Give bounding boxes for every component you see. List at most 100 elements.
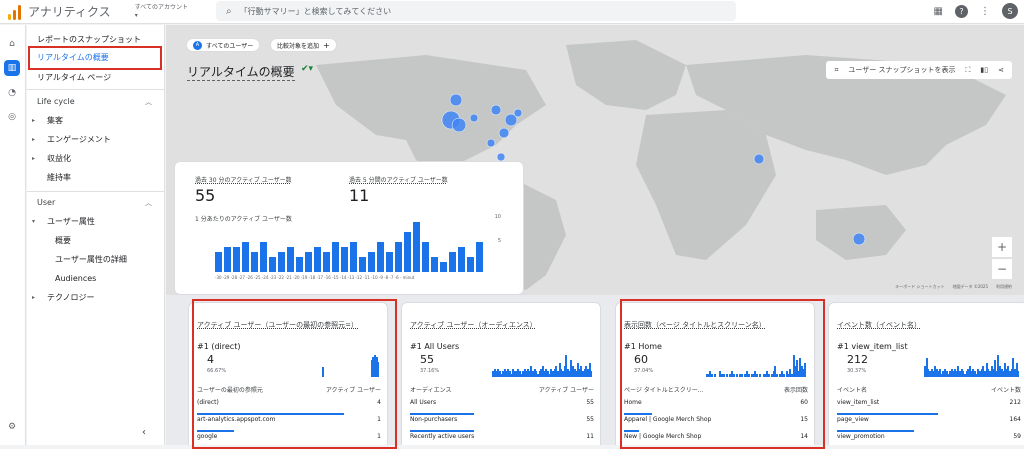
caret-right-icon[interactable]: ▸ — [32, 136, 35, 143]
more-vert-icon[interactable]: ⋮ — [980, 6, 990, 17]
card-col2-header[interactable]: アクティブ ユーザー — [539, 385, 594, 394]
nav-item-acquisition[interactable]: 集客 — [47, 115, 63, 127]
zoom-in-button[interactable]: + — [992, 237, 1012, 257]
add-comparison-chip[interactable]: 比較対象を追加 + — [270, 38, 337, 52]
per-minute-bar[interactable] — [431, 257, 438, 272]
per-minute-bar[interactable] — [251, 252, 258, 272]
per-minute-bar[interactable] — [314, 247, 321, 272]
account-selector[interactable]: すべてのアカウント ▾ — [135, 4, 188, 20]
settings-gear-icon[interactable]: ⚙ — [4, 419, 20, 435]
kpi-5min-label[interactable]: 過去 5 分間のアクティブ ユーザー数 — [349, 175, 448, 184]
caret-down-icon[interactable]: ▾ — [32, 218, 35, 225]
caret-right-icon[interactable]: ▸ — [32, 294, 35, 301]
nav-divider — [27, 89, 165, 90]
per-minute-bar[interactable] — [296, 257, 303, 272]
avatar[interactable]: S — [1002, 3, 1018, 19]
nav-item-realtime-pages[interactable]: リアルタイム ページ — [37, 72, 111, 84]
help-icon[interactable]: ? — [955, 4, 968, 18]
caret-right-icon[interactable]: ▸ — [32, 117, 35, 124]
per-minute-bar[interactable] — [413, 222, 420, 272]
per-minute-bar[interactable] — [377, 242, 384, 272]
user-segment-icon: A — [193, 40, 202, 50]
per-minute-bar[interactable] — [359, 257, 366, 272]
kpi-30min-label[interactable]: 過去 30 分のアクティブ ユーザー数 — [195, 175, 292, 184]
table-row[interactable]: Non-purchasers 55 — [410, 416, 594, 432]
per-minute-bar[interactable] — [458, 247, 465, 272]
nav-item-demographics-detail[interactable]: ユーザー属性の詳細 — [55, 254, 127, 266]
report-nav: レポートのスナップショット リアルタイムの概要 リアルタイム ページ Life … — [27, 25, 165, 445]
reports-icon[interactable]: ▥ — [4, 60, 20, 76]
per-minute-bar[interactable] — [368, 252, 375, 272]
per-minute-bar[interactable] — [404, 232, 411, 272]
analytics-logo-icon[interactable] — [8, 4, 22, 20]
card-col1-header[interactable]: イベント名 — [837, 385, 867, 394]
table-row[interactable]: view_promotion 59 — [837, 433, 1021, 445]
card-sparkline[interactable] — [919, 355, 1020, 377]
collapse-nav-icon[interactable]: ‹ — [142, 427, 146, 438]
per-minute-bar[interactable] — [449, 252, 456, 272]
per-minute-bar[interactable] — [224, 247, 231, 272]
per-minute-bar[interactable] — [395, 242, 402, 272]
snapshot-button[interactable]: ユーザー スナップショットを表示 — [848, 65, 955, 75]
per-minute-bar[interactable] — [323, 252, 330, 272]
nav-item-demographics[interactable]: ユーザー属性 — [47, 216, 95, 228]
per-minute-bar[interactable] — [332, 242, 339, 272]
card-sparkline[interactable] — [492, 355, 593, 377]
nav-item-demographics-overview[interactable]: 概要 — [55, 235, 71, 247]
table-row[interactable]: All Users 55 — [410, 399, 594, 415]
zoom-out-button[interactable]: − — [992, 259, 1012, 279]
per-minute-bar[interactable] — [422, 242, 429, 272]
nav-item-snapshot[interactable]: レポートのスナップショット — [37, 34, 141, 46]
per-minute-bar[interactable] — [260, 242, 267, 272]
per-minute-bar[interactable] — [287, 247, 294, 272]
check-circle-icon[interactable]: ✔▾ — [301, 64, 313, 74]
keyboard-shortcuts-link[interactable]: キーボード ショートカット — [895, 284, 944, 290]
card-col2-header[interactable]: イベント数 — [991, 385, 1021, 394]
per-minute-bar[interactable] — [476, 242, 483, 272]
per-minute-bar[interactable] — [341, 247, 348, 272]
chevron-up-icon[interactable]: ︿ — [145, 97, 152, 107]
page-title[interactable]: リアルタイムの概要 — [187, 63, 295, 81]
card-top-value: 212 — [847, 353, 868, 366]
card-title[interactable]: アクティブ ユーザー（オーディエンス） — [410, 320, 537, 330]
per-minute-bar[interactable] — [269, 257, 276, 272]
card-title[interactable]: イベント数（イベント名） — [837, 320, 921, 330]
table-row[interactable]: view_item_list 212 — [837, 399, 1021, 415]
advertising-icon[interactable]: ◎ — [4, 109, 20, 125]
nav-item-audiences[interactable]: Audiences — [55, 273, 96, 285]
nav-item-engagement[interactable]: エンゲージメント — [47, 134, 111, 146]
table-row[interactable]: Recently active users 11 — [410, 433, 594, 445]
all-users-chip[interactable]: A すべてのユーザー — [186, 38, 261, 52]
compare-columns-icon[interactable]: ▮▯ — [980, 66, 988, 74]
section-user[interactable]: User — [37, 197, 55, 209]
per-minute-bar[interactable] — [242, 242, 249, 272]
card-top-percent: 37.16% — [420, 368, 440, 374]
per-minute-bar[interactable] — [467, 257, 474, 272]
explore-icon[interactable]: ◔ — [4, 85, 20, 101]
nav-item-tech[interactable]: テクノロジー — [47, 292, 95, 304]
per-minute-bar[interactable] — [233, 247, 240, 272]
section-lifecycle[interactable]: Life cycle — [37, 96, 75, 108]
per-minute-bar[interactable] — [386, 252, 393, 272]
home-icon[interactable]: ⌂ — [4, 36, 20, 52]
per-minute-bar[interactable] — [440, 262, 447, 272]
per-minute-bar[interactable] — [350, 242, 357, 272]
map-bubble — [513, 108, 523, 118]
card-col1-header[interactable]: オーディエンス — [410, 385, 451, 394]
search-input[interactable]: ⌕ 「行動サマリー」と検索してみてください — [216, 1, 736, 21]
nav-item-monetization[interactable]: 収益化 — [47, 153, 71, 165]
share-icon[interactable]: ⋖ — [998, 66, 1004, 74]
per-minute-bar[interactable] — [215, 252, 222, 272]
apps-grid-icon[interactable]: ▦ — [934, 6, 943, 17]
per-minute-bar[interactable] — [278, 252, 285, 272]
nav-item-retention[interactable]: 維持率 — [47, 172, 71, 184]
per-minute-bar-chart[interactable]: 10 5 — [215, 214, 501, 272]
chevron-up-icon[interactable]: ︿ — [145, 198, 152, 208]
terms-link[interactable]: 利用規約 — [996, 284, 1012, 290]
caret-right-icon[interactable]: ▸ — [32, 155, 35, 162]
fullscreen-icon[interactable]: ⛶ — [966, 66, 971, 75]
table-row[interactable]: page_view 164 — [837, 416, 1021, 432]
map-bubble — [451, 117, 467, 133]
per-minute-bar[interactable] — [305, 252, 312, 272]
highlight-box — [28, 46, 162, 70]
